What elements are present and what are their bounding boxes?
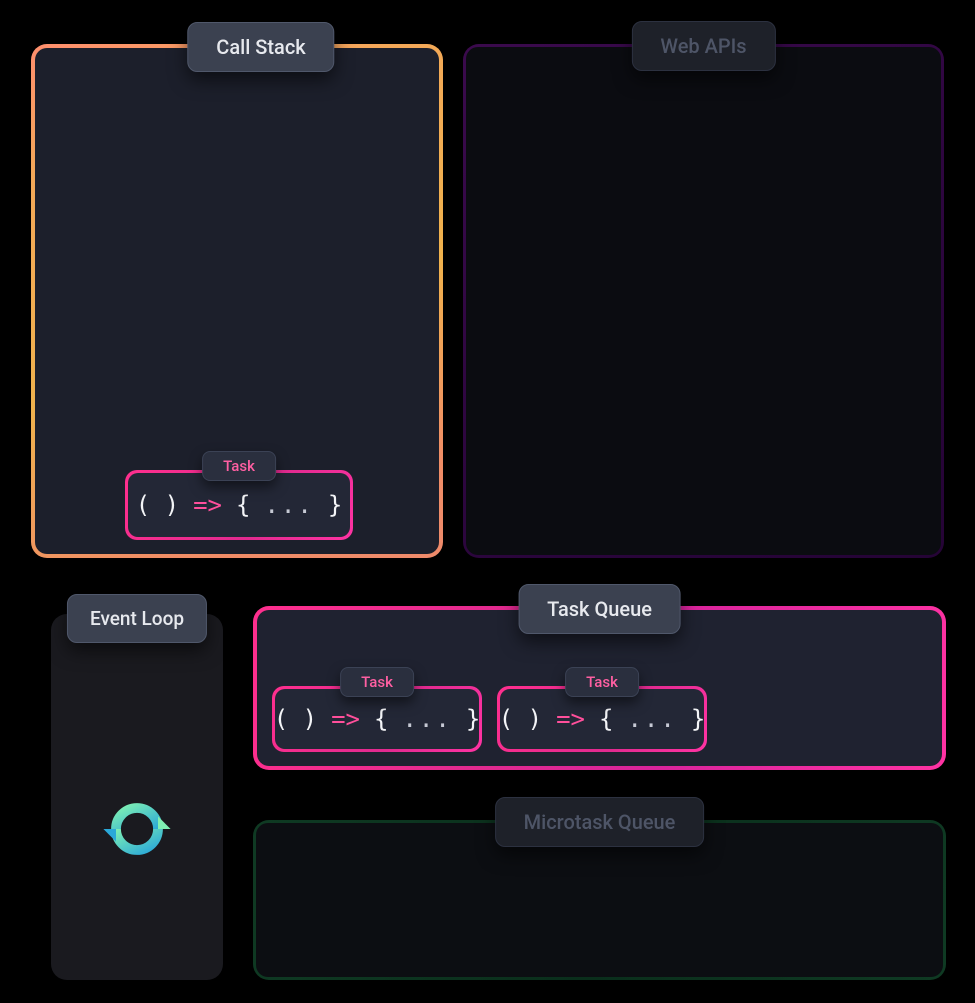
code-brace-close: } — [328, 491, 342, 519]
code-ellipsis: ... — [402, 705, 451, 733]
call-stack-label: Call Stack — [187, 22, 334, 72]
code-ellipsis: ... — [264, 491, 313, 519]
microtask-queue-inner: Microtask Queue — [256, 823, 943, 977]
code-parens: ( ) — [136, 491, 179, 519]
task-code: ( ) => { ... } — [128, 473, 350, 537]
call-stack-inner: Call Stack Task ( ) => { ... } — [35, 48, 439, 554]
refresh-cycle-icon — [102, 794, 172, 864]
web-apis-label: Web APIs — [631, 21, 775, 71]
code-brace-open: { — [374, 705, 388, 733]
web-apis-inner: Web APIs — [466, 47, 941, 555]
call-stack-panel: Call Stack Task ( ) => { ... } — [31, 44, 443, 558]
microtask-queue-panel: Microtask Queue — [253, 820, 946, 980]
task-queue-label: Task Queue — [518, 584, 681, 634]
task-badge: Task — [340, 667, 414, 697]
code-brace-open: { — [599, 705, 613, 733]
call-stack-task-card: Task ( ) => { ... } — [125, 470, 353, 540]
task-code: ( ) => { ... } — [500, 689, 704, 749]
web-apis-panel: Web APIs — [463, 44, 944, 558]
event-loop-label: Event Loop — [67, 594, 207, 643]
code-brace-open: { — [236, 491, 250, 519]
code-ellipsis: ... — [627, 705, 676, 733]
task-badge: Task — [202, 451, 276, 481]
task-queue-card-1: Task ( ) => { ... } — [272, 686, 482, 752]
code-arrow: => — [556, 705, 585, 733]
code-arrow: => — [331, 705, 360, 733]
microtask-queue-label: Microtask Queue — [495, 797, 705, 847]
code-arrow: => — [193, 491, 222, 519]
code-brace-close: } — [466, 705, 480, 733]
task-code: ( ) => { ... } — [275, 689, 479, 749]
task-queue-inner: Task Queue Task ( ) => { ... } Task ( ) … — [257, 610, 942, 766]
task-badge: Task — [565, 667, 639, 697]
event-loop-panel: Event Loop — [51, 614, 223, 980]
diagram-canvas: Call Stack Task ( ) => { ... } Web APIs … — [0, 0, 975, 1003]
code-parens: ( ) — [499, 705, 542, 733]
task-queue-card-2: Task ( ) => { ... } — [497, 686, 707, 752]
code-parens: ( ) — [274, 705, 317, 733]
task-queue-panel: Task Queue Task ( ) => { ... } Task ( ) … — [253, 606, 946, 770]
code-brace-close: } — [691, 705, 705, 733]
